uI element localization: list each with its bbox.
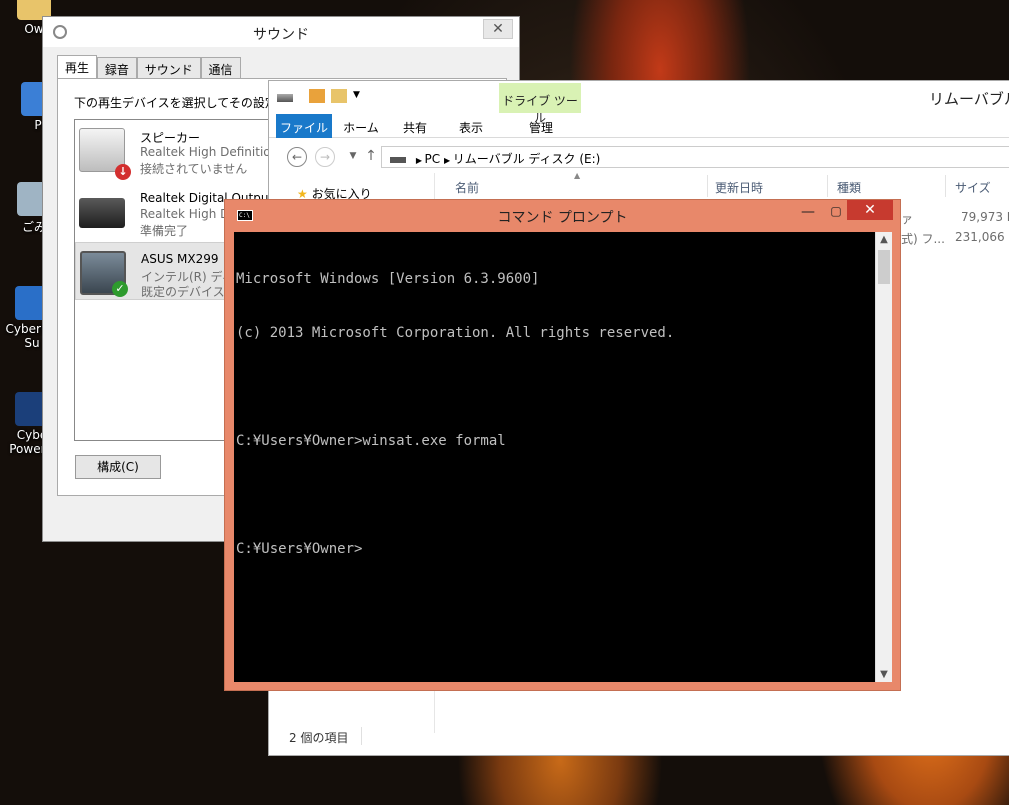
tab-manage[interactable]: 管理 xyxy=(521,114,561,138)
drive-icon[interactable] xyxy=(277,94,293,102)
console-line: Microsoft Windows [Version 6.3.9600] xyxy=(236,271,540,287)
cmd-close-button[interactable]: ✕ xyxy=(847,200,893,220)
back-button[interactable]: ← xyxy=(287,147,307,167)
new-folder-icon[interactable] xyxy=(331,89,347,103)
sound-tabs: 再生 録音 サウンド 通信 xyxy=(57,55,241,79)
breadcrumb-drive[interactable]: リムーバブル ディスク (E:) xyxy=(453,152,601,166)
console-line: C:¥Users¥Owner>winsat.exe formal xyxy=(236,433,506,449)
breadcrumb-chevron-icon: ▶ xyxy=(443,156,453,165)
device-status: 接続されていません xyxy=(140,162,248,176)
tab-playback[interactable]: 再生 xyxy=(57,55,98,78)
device-name: スピーカー xyxy=(140,131,201,145)
column-header-date[interactable]: 更新日時 xyxy=(715,179,763,196)
device-status: 既定のデバイス xyxy=(141,285,225,299)
device-status: 準備完了 xyxy=(140,224,189,238)
device-driver: Realtek High Definition xyxy=(140,145,279,159)
explorer-title: リムーバブル デ xyxy=(929,90,1009,108)
breadcrumb-pc[interactable]: PC xyxy=(425,152,441,166)
maximize-button[interactable]: ▢ xyxy=(823,204,849,222)
cmd-window: C:\ コマンド プロンプト — ▢ ✕ Microsoft Windows [… xyxy=(224,199,901,691)
sound-close-button[interactable]: ✕ xyxy=(483,19,513,39)
default-check-badge-icon: ✓ xyxy=(112,281,128,297)
up-button[interactable]: ↑ xyxy=(361,147,381,167)
tab-sounds[interactable]: サウンド xyxy=(136,57,201,78)
breadcrumb-chevron-icon: ▶ xyxy=(415,156,425,165)
quick-access-toolbar: ▼ ドライブ ツール リムーバブル デ xyxy=(269,81,1009,125)
forward-button[interactable]: → xyxy=(315,147,335,167)
configure-button[interactable]: 構成(C) xyxy=(75,455,161,479)
console-area[interactable]: Microsoft Windows [Version 6.3.9600] (c)… xyxy=(234,232,875,682)
ribbon-tabs: ファイル ホーム 共有 表示 管理 xyxy=(269,114,1009,138)
console-output: Microsoft Windows [Version 6.3.9600] (c)… xyxy=(236,234,674,594)
column-header-size[interactable]: サイズ xyxy=(955,179,991,196)
column-separator xyxy=(827,175,828,197)
scroll-up-icon[interactable]: ▲ xyxy=(876,234,892,245)
console-prompt: C:¥Users¥Owner> xyxy=(236,541,363,557)
column-separator xyxy=(707,175,708,197)
chevron-down-icon[interactable]: ▼ xyxy=(353,90,363,104)
tab-share[interactable]: 共有 xyxy=(399,114,431,138)
column-header-type[interactable]: 種類 xyxy=(837,179,861,196)
device-driver: Realtek High D xyxy=(140,207,230,221)
tab-communications[interactable]: 通信 xyxy=(200,57,241,78)
scrollbar-thumb[interactable] xyxy=(878,250,890,284)
address-box[interactable]: ▶ PC ▶ リムーバブル ディスク (E:) xyxy=(381,146,1009,168)
playback-description: 下の再生デバイスを選択してその設定を変 xyxy=(74,96,301,110)
scroll-down-icon[interactable]: ▼ xyxy=(876,669,892,680)
tab-view[interactable]: 表示 xyxy=(455,114,487,138)
address-bar-row: ← → ▼ ↑ ▶ PC ▶ リムーバブル ディスク (E:) xyxy=(269,143,1009,171)
console-scrollbar[interactable]: ▲ ▼ xyxy=(875,232,892,682)
tab-file[interactable]: ファイル xyxy=(276,114,332,138)
console-line: (c) 2013 Microsoft Corporation. All righ… xyxy=(236,325,675,341)
tab-recording[interactable]: 録音 xyxy=(96,57,137,78)
digital-output-device-icon xyxy=(79,198,125,228)
row-size: 231,066 K xyxy=(955,230,1009,244)
desktop-icon-label: P xyxy=(34,118,42,132)
tab-home[interactable]: ホーム xyxy=(341,114,381,138)
properties-icon[interactable] xyxy=(309,89,325,103)
status-separator xyxy=(361,727,362,745)
minimize-button[interactable]: — xyxy=(795,204,821,222)
sound-title: サウンド xyxy=(253,27,309,43)
row-type: ァ xyxy=(901,212,914,226)
disconnected-badge-icon: ↓ xyxy=(115,164,131,180)
drive-tools-context-tab[interactable]: ドライブ ツール xyxy=(499,83,581,125)
row-type: 式) フ... xyxy=(901,232,945,246)
status-item-count: 2 個の項目 xyxy=(289,731,349,745)
recent-locations-chevron-icon[interactable]: ▼ xyxy=(343,147,363,167)
row-size: 79,973 K xyxy=(961,210,1009,224)
sound-titlebar[interactable]: サウンド ✕ xyxy=(43,17,519,47)
column-separator xyxy=(945,175,946,197)
sort-chevron-up-icon: ▲ xyxy=(574,171,581,180)
desktop-icon-label: Ow xyxy=(24,22,44,36)
device-name: ASUS MX299 xyxy=(141,252,219,266)
drive-small-icon xyxy=(390,156,406,163)
column-header-name[interactable]: 名前 xyxy=(455,179,479,196)
